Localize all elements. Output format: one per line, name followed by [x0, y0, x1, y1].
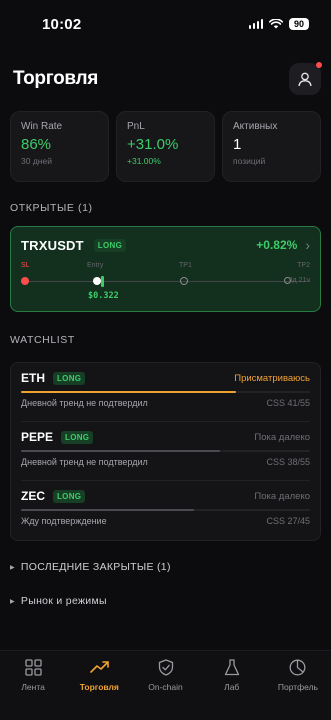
tab-label: Лента [21, 682, 45, 692]
profile-button[interactable] [289, 62, 322, 95]
battery-icon: 90 [289, 18, 309, 30]
stat-label: PnL [127, 121, 145, 132]
sl-marker [21, 277, 29, 285]
watchlist-card: ETH LONG Присматриваюсь Дневной тренд не… [10, 362, 321, 541]
stat-value: +31.0% [127, 136, 179, 153]
watch-css: CSS 38/55 [266, 457, 310, 467]
tab-trading[interactable]: Торговля [66, 651, 132, 720]
watchlist-item[interactable]: ZEC LONG Пока далеко Жду подтверждение C… [21, 481, 310, 540]
watchlist-title: WATCHLIST [10, 334, 75, 346]
market-regimes-label: Рынок и режимы [20, 595, 107, 607]
signal-icon [248, 19, 263, 29]
tp2-label: TP2 [297, 262, 310, 269]
tab-feed[interactable]: Лента [0, 651, 66, 720]
recent-closed-toggle[interactable]: ▶ ПОСЛЕДНИЕ ЗАКРЫТЫЕ (1) [0, 561, 331, 573]
market-regimes-toggle[interactable]: ▶ Рынок и режимы [0, 595, 331, 607]
watch-css: CSS 27/45 [266, 516, 310, 526]
stat-value: 1 [233, 136, 242, 153]
watch-progress-bar [21, 509, 310, 511]
watch-note: Дневной тренд не подтвердил [21, 457, 148, 467]
side-badge: LONG [53, 489, 86, 503]
watch-progress-fill [21, 450, 221, 452]
tab-bar: Лента Торговля On-chain Лаб Портфель [0, 650, 331, 720]
watch-progress-bar [21, 391, 310, 393]
pie-icon [289, 659, 306, 676]
position-symbol: TRXUSDT [21, 237, 84, 253]
stat-label: Активных [233, 121, 278, 132]
stat-value: 86% [21, 136, 52, 153]
watch-css: CSS 41/55 [266, 398, 310, 408]
stat-sub: позиций [233, 156, 266, 166]
trend-icon [89, 661, 109, 673]
side-badge: LONG [53, 371, 86, 385]
flask-icon [224, 659, 239, 676]
watchlist-item[interactable]: ETH LONG Присматриваюсь Дневной тренд не… [21, 363, 310, 422]
watch-status: Пока далеко [254, 490, 310, 502]
status-bar: 10:02 90 [0, 0, 331, 48]
tp1-label: TP1 [179, 262, 192, 269]
status-time: 10:02 [42, 15, 82, 33]
watch-symbol: ETH [21, 371, 45, 385]
grid-icon [24, 659, 42, 676]
page-title: Торговля [13, 68, 99, 89]
stat-card-winrate: Win Rate 86% 30 дней [10, 111, 109, 182]
price-track: SL Entry TP1 TP2 3д 21ч $0.322 [21, 262, 310, 302]
watch-progress-bar [21, 450, 310, 452]
stat-card-pnl: PnL +31.0% +31.00% [116, 111, 215, 182]
watch-note: Дневной тренд не подтвердил [21, 398, 148, 408]
watch-symbol: ZEC [21, 489, 45, 503]
status-icons: 90 [248, 18, 309, 30]
watch-progress-fill [21, 391, 237, 393]
chevron-right-icon: › [305, 237, 310, 253]
tab-portfolio[interactable]: Портфель [265, 651, 331, 720]
watch-progress-fill [21, 509, 195, 511]
watch-symbol: PEPE [21, 430, 54, 444]
watch-note: Жду подтверждение [21, 516, 107, 526]
tp1-marker [180, 277, 188, 285]
tab-lab[interactable]: Лаб [199, 651, 265, 720]
stat-label: Win Rate [21, 121, 63, 132]
tab-onchain[interactable]: On-chain [132, 651, 198, 720]
track-line [21, 281, 310, 282]
entry-marker [93, 277, 101, 285]
position-card[interactable]: TRXUSDT LONG +0.82% › SL Entry TP1 TP2 3… [10, 226, 321, 312]
side-badge: LONG [61, 430, 94, 444]
open-section-title: ОТКРЫТЫЕ (1) [10, 202, 93, 214]
sl-label: SL [21, 262, 30, 269]
side-badge: LONG [93, 238, 127, 252]
stat-sub: 30 дней [21, 156, 52, 166]
recent-closed-label: ПОСЛЕДНИЕ ЗАКРЫТЫЕ (1) [20, 561, 171, 573]
stats-row: Win Rate 86% 30 дней PnL +31.0% +31.00% … [0, 111, 331, 182]
tab-label: Портфель [277, 682, 318, 692]
user-icon [298, 72, 312, 86]
wifi-icon [269, 19, 283, 29]
caret-right-icon: ▶ [10, 598, 15, 605]
tab-label: Торговля [79, 682, 119, 692]
header: Торговля [0, 48, 331, 96]
current-price-marker [101, 276, 104, 287]
tab-label: On-chain [148, 682, 183, 692]
current-price: $0.322 [88, 291, 119, 301]
stat-sub: +31.00% [127, 156, 161, 166]
time-remaining: 3д 21ч [288, 277, 310, 284]
entry-label: Entry [87, 262, 104, 269]
caret-right-icon: ▶ [10, 564, 15, 571]
shield-icon [158, 659, 173, 676]
watchlist-item[interactable]: PEPE LONG Пока далеко Дневной тренд не п… [21, 422, 310, 481]
watch-status: Пока далеко [254, 431, 310, 443]
position-pnl: +0.82% [256, 238, 298, 252]
tab-label: Лаб [224, 682, 240, 692]
notification-dot [316, 62, 322, 68]
stat-card-active: Активных 1 позиций [222, 111, 321, 182]
watch-status: Присматриваюсь [234, 372, 310, 384]
